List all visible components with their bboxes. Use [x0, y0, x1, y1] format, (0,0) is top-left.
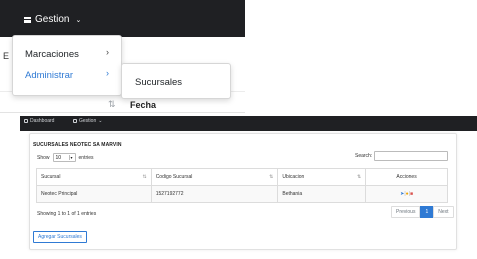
pagination-page-1[interactable]: 1 [420, 206, 434, 218]
show-label: Show [37, 154, 50, 161]
gestion-dropdown-menu: Marcaciones › Administrar › [12, 35, 122, 96]
nav-dashboard-link[interactable]: Dashboard [24, 118, 54, 124]
background-partial-text: E [3, 51, 10, 61]
table-header-row: Sucursal ⇅ Codigo Sucursal ⇅ Ubicacion ⇅… [36, 168, 448, 186]
nav-gestion-menu[interactable]: Gestion ⌄ [24, 14, 81, 25]
chevron-down-icon: ⌄ [98, 118, 103, 124]
table-info: Showing 1 to 1 of 1 entries [37, 211, 97, 217]
cell-ubicacion: Bethania [277, 185, 367, 203]
column-header-ubicacion[interactable]: Ubicacion ⇅ [277, 168, 367, 186]
table-row: Neotec Principal 1527192772 Bethania ➤|●… [36, 185, 448, 203]
menu-icon [73, 119, 77, 123]
column-header-fecha[interactable]: Fecha [130, 100, 156, 110]
nav-gestion-label: Gestion [35, 14, 70, 25]
sort-icon: ⇅ [142, 174, 147, 180]
menu-item-administrar[interactable]: Administrar [25, 70, 73, 81]
entries-select-value: 10 [55, 154, 62, 161]
pagination-previous[interactable]: Previous [391, 206, 421, 218]
chevron-down-icon: ▾ [68, 155, 73, 160]
delete-icon[interactable]: ■ [410, 191, 413, 197]
column-header-sucursal[interactable]: Sucursal ⇅ [36, 168, 152, 186]
submenu-item-sucursales[interactable]: Sucursales [135, 77, 182, 88]
entries-label: entries [78, 154, 94, 161]
nav-gestion-label: Gestion [79, 118, 97, 124]
chevron-right-icon: › [106, 47, 109, 57]
pagination-next[interactable]: Next [433, 206, 454, 218]
nav-dashboard-label: Dashboard [30, 118, 55, 124]
entries-select[interactable]: 10 ▾ [52, 153, 76, 162]
cell-codigo: 1527192772 [150, 185, 279, 203]
chevron-down-icon: ⌄ [75, 16, 82, 24]
sort-icon[interactable]: ⇅ [108, 99, 116, 110]
column-header-acciones: Acciones [365, 168, 448, 186]
administrar-submenu: Sucursales [121, 63, 231, 99]
search-input[interactable] [374, 151, 448, 161]
nav-gestion-link[interactable]: Gestion ⌄ [73, 118, 102, 124]
add-sucursal-button[interactable]: Agregar Sucursales [33, 231, 87, 243]
search-label: Search: [355, 153, 373, 159]
menu-item-marcaciones[interactable]: Marcaciones [25, 49, 79, 60]
dashboard-icon [24, 119, 28, 123]
card-title: SUCURSALES NEOTEC SA MARVIN [33, 142, 122, 148]
sucursales-table: Sucursal ⇅ Codigo Sucursal ⇅ Ubicacion ⇅… [36, 168, 448, 203]
chevron-right-icon: › [106, 68, 109, 78]
sort-icon: ⇅ [269, 174, 274, 180]
sort-icon: ⇅ [356, 174, 362, 180]
menu-icon [24, 16, 31, 23]
pagination: Previous 1 Next [391, 206, 454, 218]
column-header-codigo[interactable]: Codigo Sucursal ⇅ [150, 168, 279, 186]
cell-acciones: ➤|●|■ [365, 185, 448, 203]
length-control: Show 10 ▾ entries [37, 153, 94, 162]
cell-sucursal: Neotec Principal [36, 185, 152, 203]
page-navbar-strip [20, 127, 477, 131]
